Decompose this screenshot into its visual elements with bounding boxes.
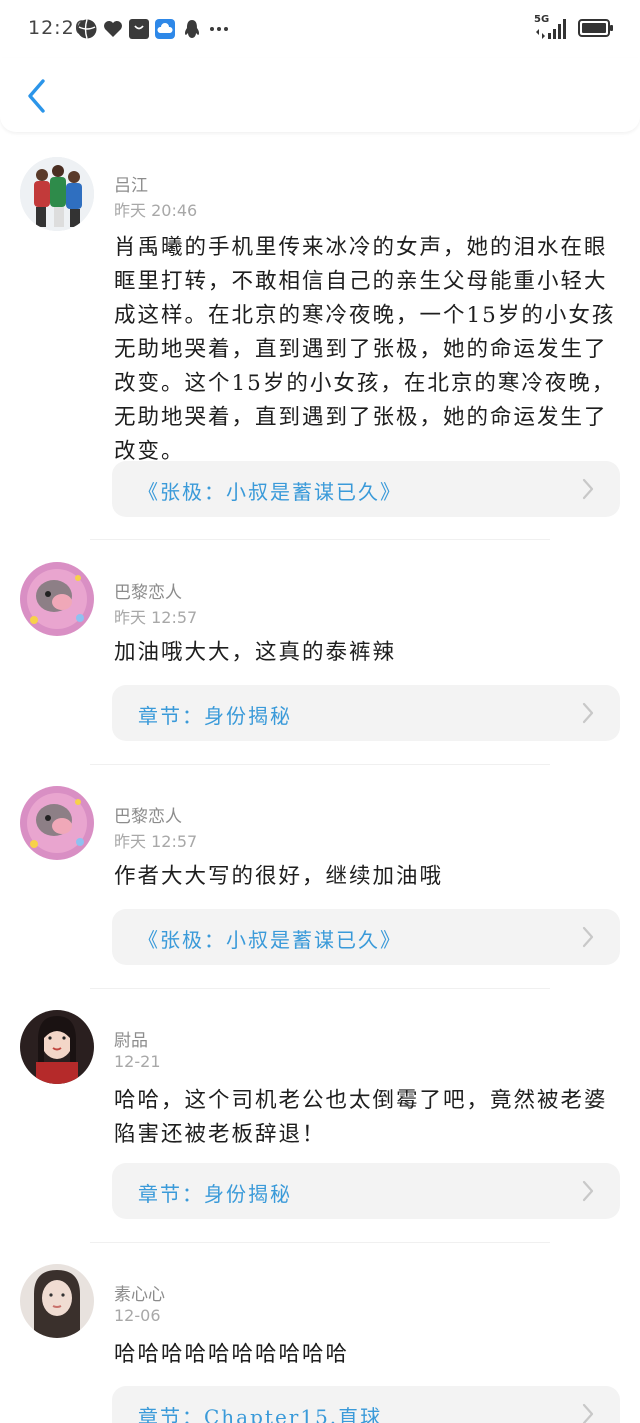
book-link[interactable]: 《张极：小叔是蓄谋已久》 [112,909,620,965]
chevron-right-icon [582,702,594,724]
chapter-link[interactable]: 章节：身份揭秘 [112,1163,620,1219]
status-bar: 12:26 5G [0,0,640,58]
divider [90,988,550,989]
comment-item: 吕江 昨天 20:46 肖禹曦的手机里传来冰冷的女声，她的泪水在眼眶里打转，不敢… [0,155,640,545]
comment-time: 昨天 20:46 [114,201,198,220]
status-right: 5G [534,14,614,40]
comment-text: 肖禹曦的手机里传来冰冷的女声，她的泪水在眼眶里打转，不敢相信自己的亲生父母能重小… [114,235,616,464]
comment-time: 昨天 12:57 [114,608,198,627]
comment-time: 12-21 [114,1052,161,1071]
comment-text: 哈哈哈哈哈哈哈哈哈哈 [114,1342,350,1367]
comment-username[interactable]: 素心心 [114,1280,165,1305]
chevron-right-icon [582,1403,594,1423]
qq-penguin-icon [185,20,199,38]
avatar[interactable] [20,1264,94,1338]
header-bar [0,58,640,132]
chapter-link[interactable]: 章节：身份揭秘 [112,685,620,741]
comment-time: 12-06 [114,1306,161,1325]
back-button[interactable] [18,76,54,116]
chapter-link-label: 章节：身份揭秘 [138,1182,292,1206]
comment-text: 哈哈，这个司机老公也太倒霉了吧，竟然被老婆陷害还被老板辞退！ [114,1088,608,1147]
divider [90,764,550,765]
comment-username[interactable]: 吕江 [114,171,148,196]
avatar[interactable] [20,157,94,231]
cloud-icon [155,19,175,39]
divider [90,1242,550,1243]
chapter-link-label: 章节：身份揭秘 [138,704,292,728]
comment-text: 加油哦大大，这真的泰裤辣 [114,640,397,665]
divider [90,539,550,540]
chevron-right-icon [582,1180,594,1202]
chevron-right-icon [582,926,594,948]
basketball-icon [77,19,97,39]
chapter-link-label: 章节：Chapter15.直球 [138,1405,383,1423]
comment-username[interactable]: 尉品 [114,1026,148,1051]
comment-item: 巴黎恋人 昨天 12:57 作者大大写的很好，继续加油哦 《张极：小叔是蓄谋已久… [0,786,640,996]
bag-icon [129,19,149,39]
avatar[interactable] [20,562,94,636]
book-link-label: 《张极：小叔是蓄谋已久》 [138,480,402,504]
heart-icon [104,21,122,37]
avatar[interactable] [20,786,94,860]
book-link-label: 《张极：小叔是蓄谋已久》 [138,928,402,952]
comment-item: 素心心 12-06 哈哈哈哈哈哈哈哈哈哈 章节：Chapter15.直球 [0,1264,640,1423]
comment-time: 昨天 12:57 [114,832,198,851]
comment-item: 巴黎恋人 昨天 12:57 加油哦大大，这真的泰裤辣 章节：身份揭秘 [0,562,640,772]
chapter-link[interactable]: 章节：Chapter15.直球 [112,1386,620,1423]
battery-icon [578,19,613,37]
more-dots-icon [210,27,228,31]
avatar[interactable] [20,1010,94,1084]
signal-icon: 5G [534,14,568,40]
chevron-right-icon [582,478,594,500]
book-link[interactable]: 《张极：小叔是蓄谋已久》 [112,461,620,517]
comment-username[interactable]: 巴黎恋人 [114,802,182,827]
chevron-left-icon [28,79,45,113]
comment-item: 尉品 12-21 哈哈，这个司机老公也太倒霉了吧，竟然被老婆陷害还被老板辞退！ … [0,1010,640,1250]
comment-text: 作者大大写的很好，继续加油哦 [114,864,444,889]
comment-username[interactable]: 巴黎恋人 [114,578,182,603]
